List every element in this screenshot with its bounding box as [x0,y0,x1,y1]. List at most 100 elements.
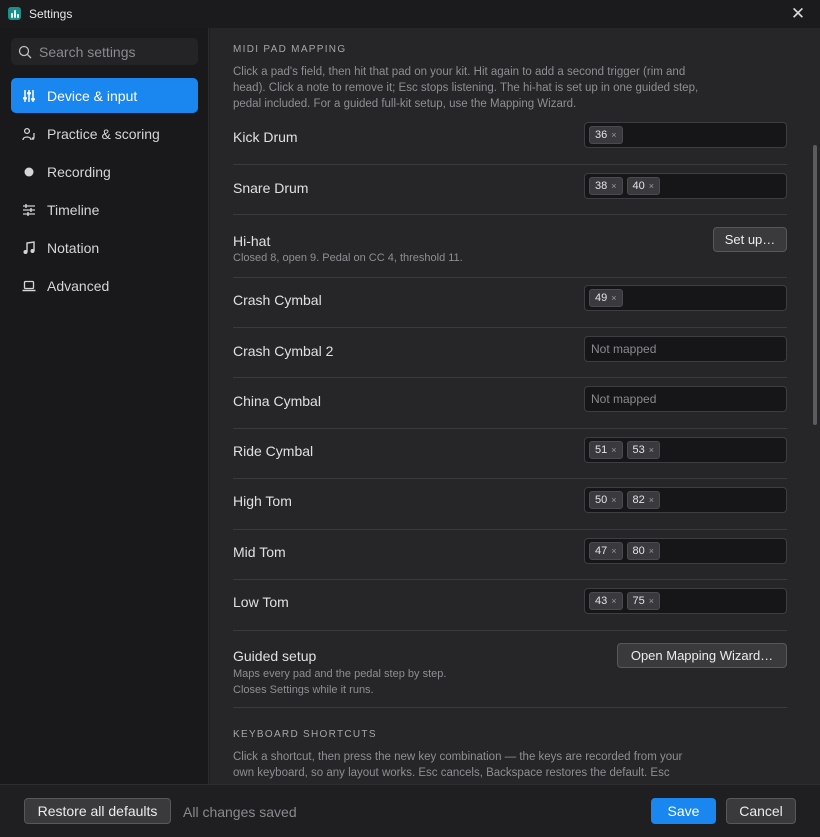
note-chip[interactable]: 53 × [626,441,661,459]
hihat-summary: Closed 8, open 9. Pedal on CC 4, thresho… [233,252,463,264]
row-label: China Cymbal [233,393,321,409]
timeline-icon [21,202,37,218]
not-mapped-placeholder: Not mapped [591,342,657,356]
mid-tom-note-field[interactable]: 47 × 80 × [584,538,787,564]
row-label: High Tom [233,493,292,509]
record-dot-icon [21,164,37,180]
note-chip[interactable]: 82 × [626,491,661,509]
sidebar-item-notation[interactable]: Notation [11,230,198,265]
drum-app-icon [8,7,21,20]
mapping-row-hihat: Hi-hat Closed 8, open 9. Pedal on CC 4, … [233,215,787,278]
note-chip[interactable]: 40 × [626,177,661,195]
user-music-icon [21,126,37,142]
row-label: Ride Cymbal [233,443,314,459]
mapping-row-low-tom: Low Tom 43 × 75 × [233,580,787,631]
sidebar-item-recording[interactable]: Recording [11,154,198,189]
search-input[interactable] [39,43,189,60]
remove-note-icon[interactable]: × [611,546,616,556]
note-chip[interactable]: 38 × [589,177,623,195]
remove-note-icon[interactable]: × [611,293,616,303]
row-label: Mid Tom [233,544,286,560]
sidebar-nav: Device & input Practice & scoring Record… [11,78,198,306]
snare-note-field[interactable]: 38 × 40 × [584,173,787,199]
not-mapped-placeholder: Not mapped [591,392,657,406]
note-chip[interactable]: 43 × [589,592,623,610]
ride-note-field[interactable]: 51 × 53 × [584,437,787,463]
row-label: Kick Drum [233,129,298,145]
sidebar-item-label: Recording [47,163,111,180]
cancel-button[interactable]: Cancel [726,798,796,824]
sidebar: Device & input Practice & scoring Record… [0,28,209,784]
remove-note-icon[interactable]: × [649,181,654,191]
sliders-icon [21,88,37,104]
mapping-row-crash2: Crash Cymbal 2 Not mapped [233,328,787,378]
row-label: Hi-hat [233,233,271,249]
row-label: Crash Cymbal [233,292,322,308]
sidebar-item-label: Advanced [47,277,110,294]
low-tom-note-field[interactable]: 43 × 75 × [584,588,787,614]
mapping-row-crash: Crash Cymbal 49 × [233,278,787,328]
row-label: Snare Drum [233,180,309,196]
shortcuts-description: Click a shortcut, then press the new key… [233,751,683,779]
music-note-icon [21,240,37,256]
remove-note-icon[interactable]: × [649,445,654,455]
mapping-row-high-tom: High Tom 50 × 82 × [233,479,787,530]
midi-description: Click a pad's field, then hit that pad o… [233,66,699,110]
note-chip[interactable]: 50 × [589,491,623,509]
guided-setup-row: Guided setup Maps every pad and the peda… [233,631,787,708]
title-bar: Settings ✕ [0,0,820,28]
note-chip[interactable]: 80 × [626,542,661,560]
restore-defaults-button[interactable]: Restore all defaults [24,798,171,824]
laptop-icon [21,278,37,294]
row-label: Crash Cymbal 2 [233,343,334,359]
china-note-field[interactable]: Not mapped [584,386,787,412]
remove-note-icon[interactable]: × [649,596,654,606]
row-label: Low Tom [233,594,289,610]
remove-note-icon[interactable]: × [611,130,616,140]
remove-note-icon[interactable]: × [611,495,616,505]
scrollbar-track[interactable] [810,28,820,784]
search-box[interactable] [11,38,198,65]
guided-setup-sub2: Closes Settings while it runs. [233,684,374,696]
remove-note-icon[interactable]: × [649,546,654,556]
settings-content: MIDI PAD MAPPING Click a pad's field, th… [210,28,810,784]
remove-note-icon[interactable]: × [611,181,616,191]
kick-note-field[interactable]: 36 × [584,122,787,148]
mapping-row-kick: Kick Drum 36 × [233,114,787,165]
hihat-setup-button[interactable]: Set up… [713,227,787,252]
crash2-note-field[interactable]: Not mapped [584,336,787,362]
sidebar-item-device-input[interactable]: Device & input [11,78,198,113]
open-mapping-wizard-button[interactable]: Open Mapping Wizard… [617,643,787,668]
sidebar-item-practice-scoring[interactable]: Practice & scoring [11,116,198,151]
search-icon [18,45,32,58]
sidebar-item-label: Device & input [47,87,138,104]
close-icon[interactable]: ✕ [788,4,808,24]
scrollbar-thumb[interactable] [813,145,817,425]
sidebar-item-label: Practice & scoring [47,125,160,142]
sidebar-item-timeline[interactable]: Timeline [11,192,198,227]
remove-note-icon[interactable]: × [611,445,616,455]
note-chip[interactable]: 51 × [589,441,623,459]
note-chip[interactable]: 36 × [589,126,623,144]
note-chip[interactable]: 47 × [589,542,623,560]
note-chip[interactable]: 49 × [589,289,623,307]
remove-note-icon[interactable]: × [649,495,654,505]
mapping-row-ride: Ride Cymbal 51 × 53 × [233,429,787,479]
save-button[interactable]: Save [651,798,716,824]
save-status: All changes saved [183,804,297,820]
crash-note-field[interactable]: 49 × [584,285,787,311]
sidebar-item-label: Timeline [47,201,100,218]
window-title: Settings [29,7,73,21]
mapping-row-china: China Cymbal Not mapped [233,378,787,429]
shortcuts-section-title: KEYBOARD SHORTCUTS [233,729,377,740]
note-chip[interactable]: 75 × [626,592,661,610]
high-tom-note-field[interactable]: 50 × 82 × [584,487,787,513]
sidebar-item-label: Notation [47,239,100,256]
remove-note-icon[interactable]: × [611,596,616,606]
mapping-row-mid-tom: Mid Tom 47 × 80 × [233,530,787,580]
guided-setup-sub1: Maps every pad and the pedal step by ste… [233,668,447,680]
mapping-row-snare: Snare Drum 38 × 40 × [233,165,787,215]
guided-setup-label: Guided setup [233,648,317,664]
sidebar-item-advanced[interactable]: Advanced [11,268,198,303]
footer: Restore all defaults All changes saved S… [0,784,820,837]
